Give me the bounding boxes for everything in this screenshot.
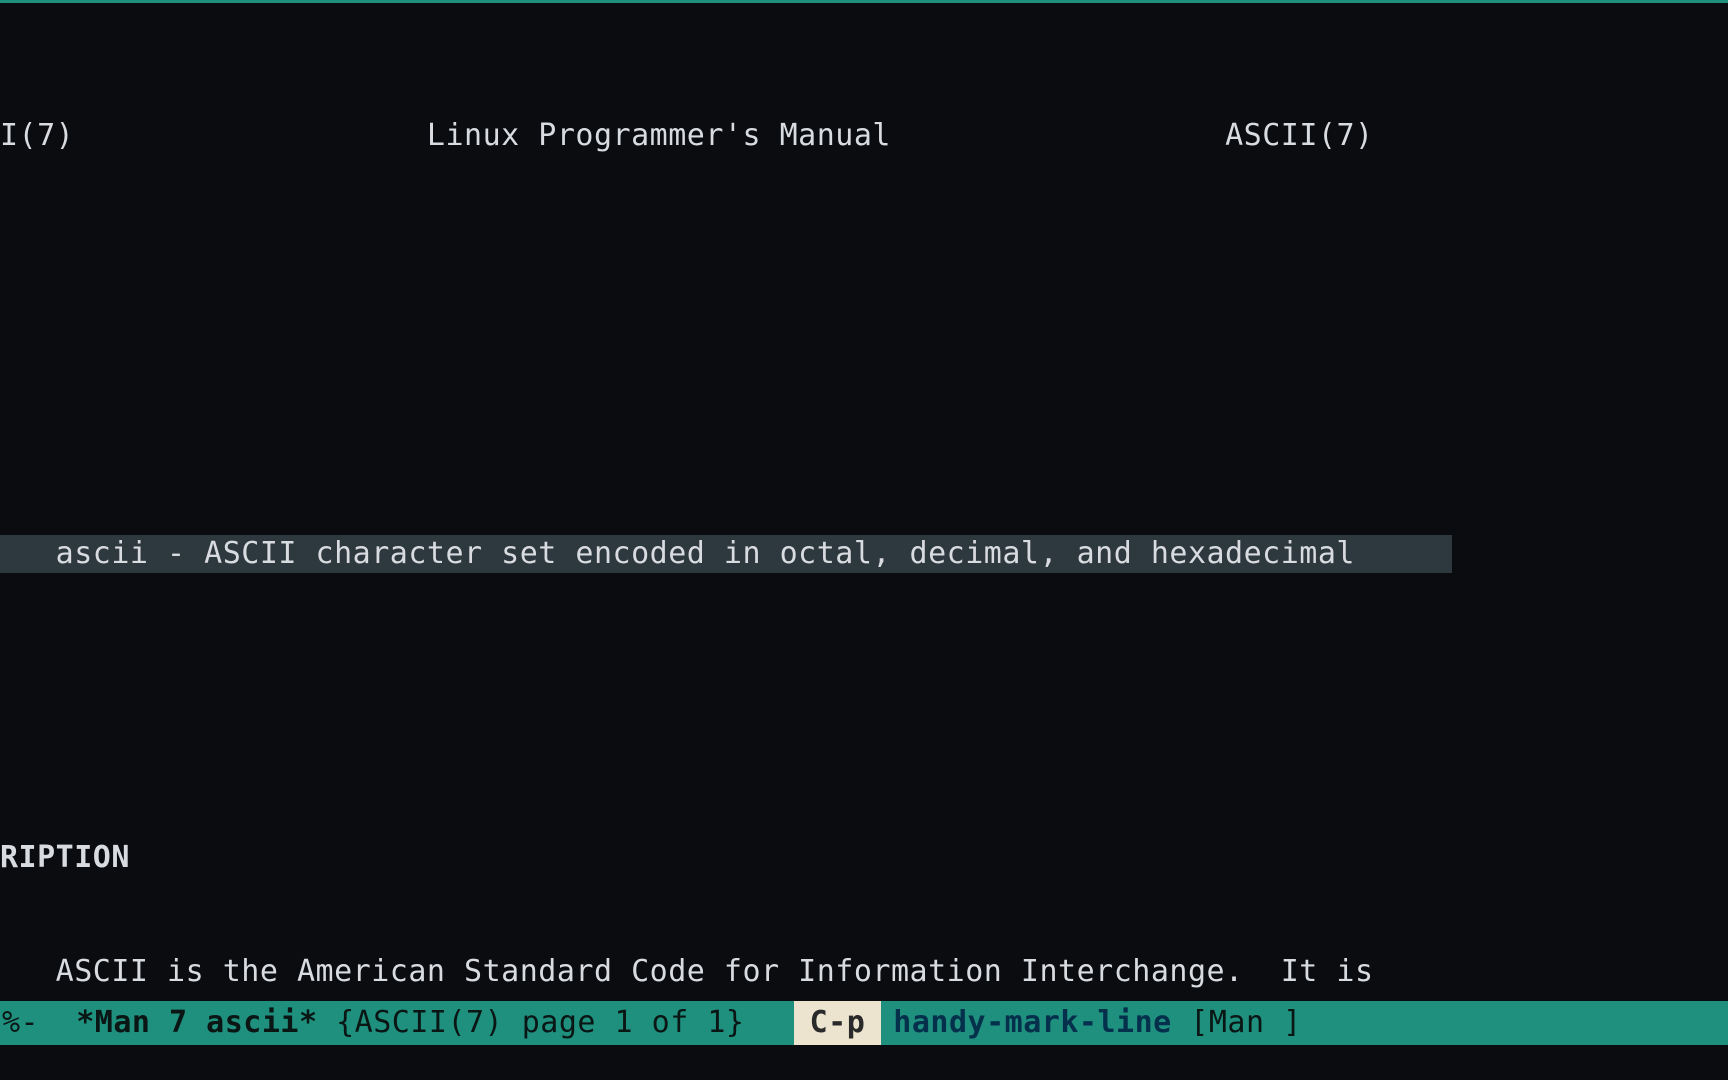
- manpage-header: I(7) Linux Programmer's Manual ASCII(7): [0, 117, 1728, 155]
- modeline-buffer-name[interactable]: *Man 7 ascii*: [58, 1004, 336, 1042]
- description-line: ASCII is the American Standard Code for …: [0, 953, 1728, 991]
- modeline-page-info: {ASCII(7) page 1 of 1}: [336, 1004, 744, 1042]
- terminal-viewport[interactable]: I(7) Linux Programmer's Manual ASCII(7) …: [0, 0, 1728, 1080]
- echo-area[interactable]: set: [0, 1045, 1728, 1080]
- name-line-highlighted: ascii - ASCII character set encoded in o…: [0, 535, 1452, 573]
- manpage-header-right: ASCII(7): [1225, 118, 1374, 153]
- modeline-spacer: [744, 1004, 781, 1042]
- blank-line: [0, 269, 1728, 307]
- manpage-header-center: Linux Programmer's Manual: [427, 118, 891, 153]
- section-description-head: RIPTION: [0, 839, 1728, 877]
- blank-line: [0, 383, 1728, 421]
- modeline-command-name: handy-mark-line: [893, 1004, 1171, 1042]
- modeline-major-mode: [Man ]: [1172, 1004, 1302, 1042]
- modeline-status: %-: [0, 1004, 58, 1042]
- modeline-keybinding-badge: C-p: [794, 1001, 882, 1045]
- emacs-modeline[interactable]: %- *Man 7 ascii* {ASCII(7) page 1 of 1} …: [0, 1001, 1728, 1045]
- blank-line: [0, 687, 1728, 725]
- manpage-header-spacer2: [891, 118, 1225, 153]
- manpage-header-spacer1: [74, 118, 427, 153]
- manpage-header-left: I(7): [0, 118, 74, 153]
